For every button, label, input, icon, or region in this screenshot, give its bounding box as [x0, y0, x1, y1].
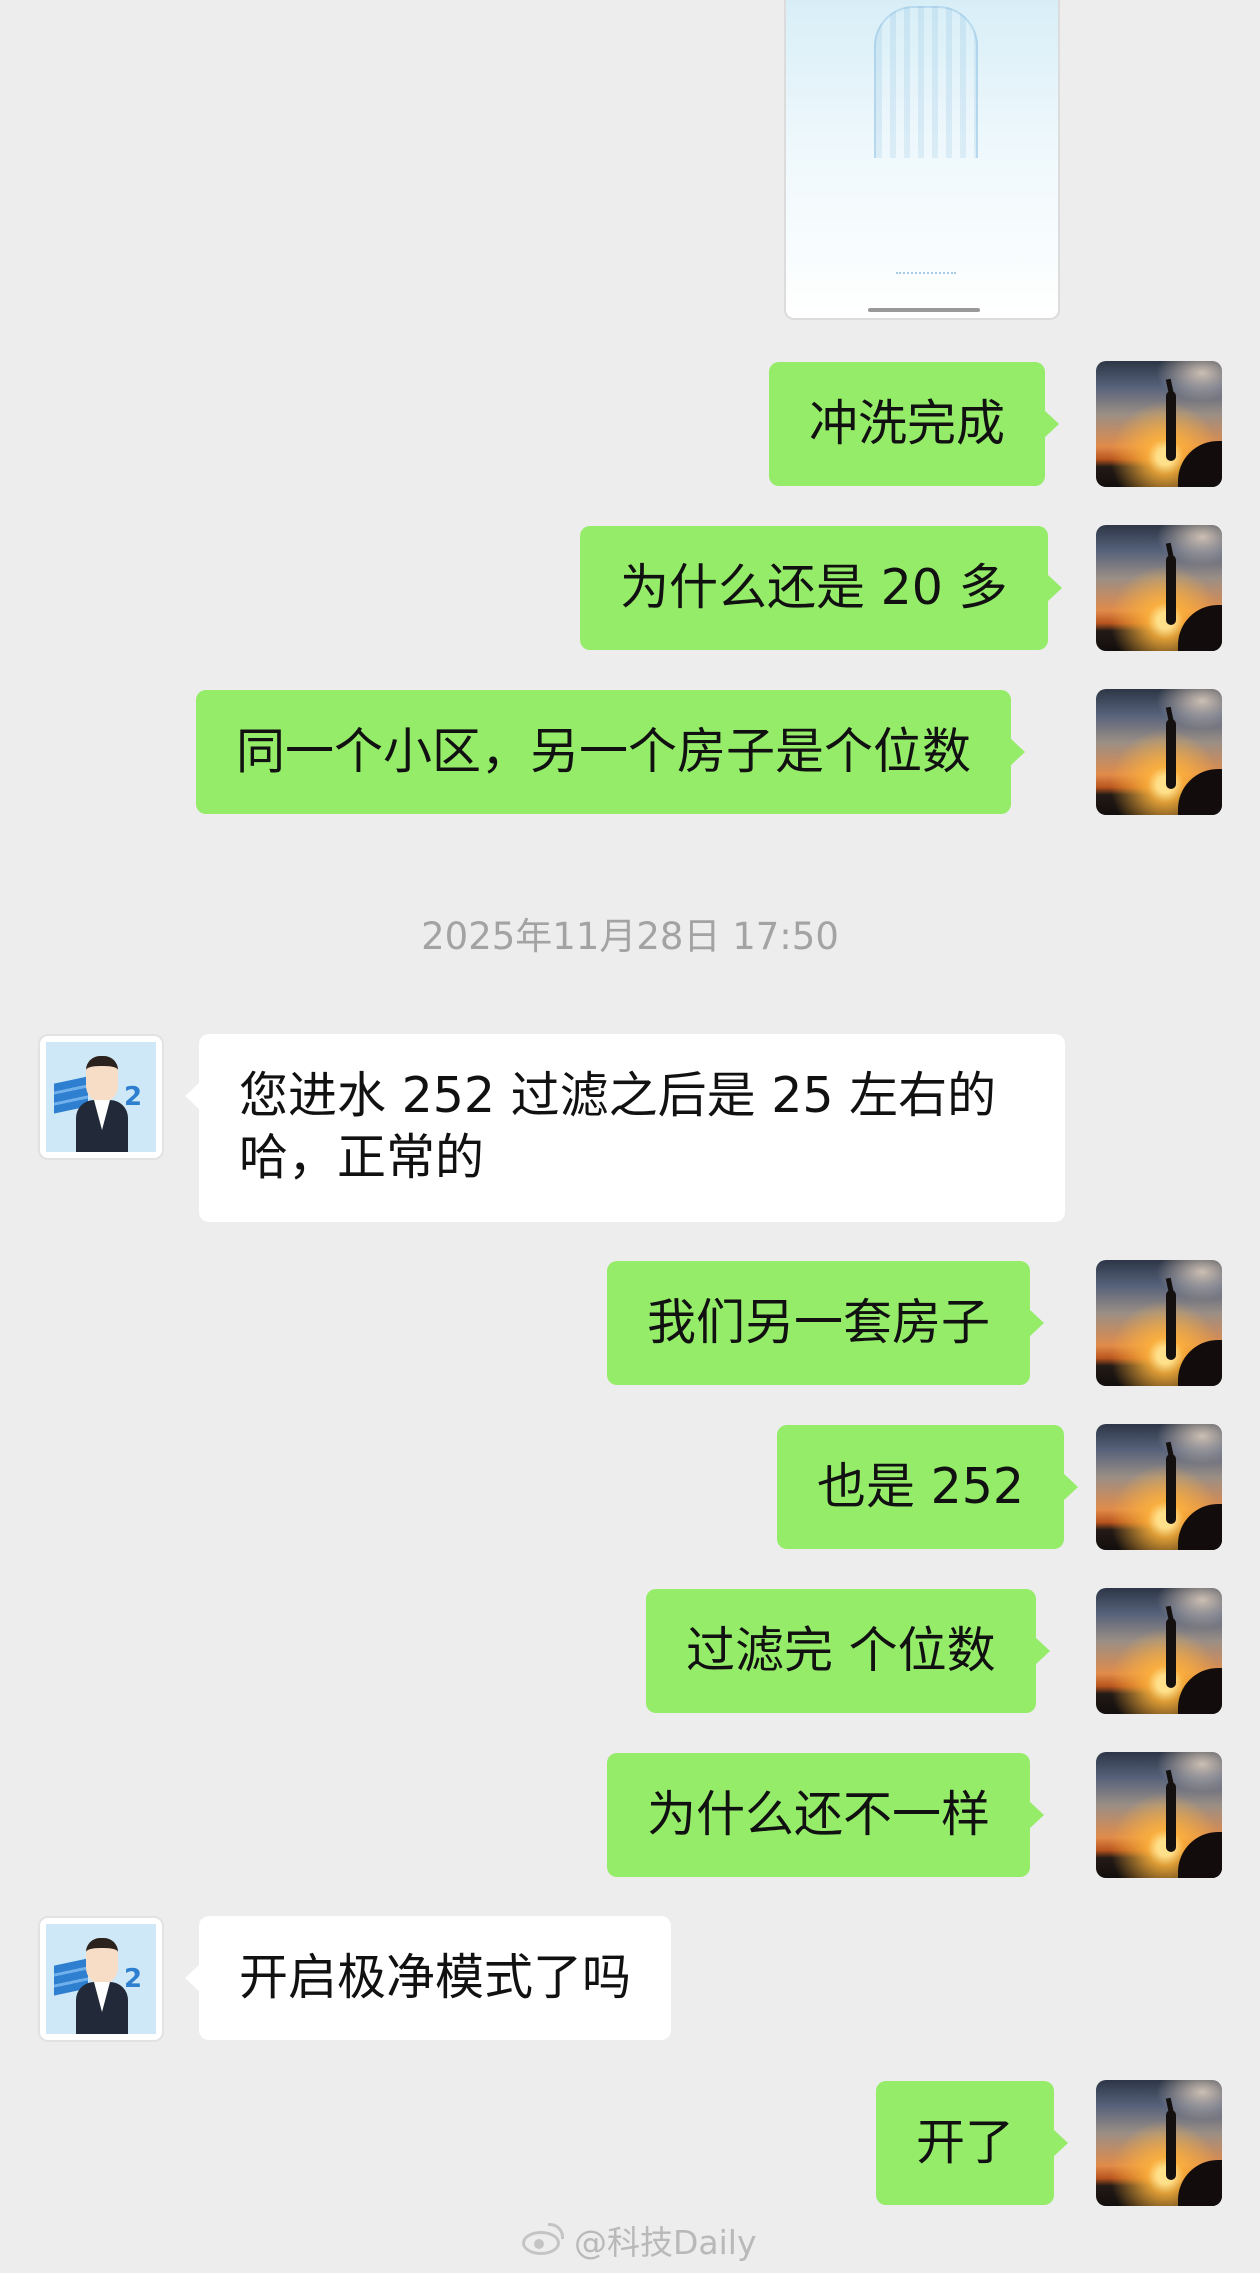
self-avatar[interactable]: [1096, 1588, 1222, 1714]
message-bubble-self[interactable]: 为什么还是 20 多: [580, 526, 1062, 650]
message-bubble-self[interactable]: 为什么还不一样: [607, 1753, 1045, 1877]
image-progress-bar: [868, 308, 980, 312]
self-avatar[interactable]: [1096, 525, 1222, 651]
self-avatar[interactable]: [1096, 1752, 1222, 1878]
watermark: @科技Daily: [520, 2218, 757, 2262]
self-avatar[interactable]: [1096, 1424, 1222, 1550]
image-message[interactable]: [784, 0, 1060, 320]
self-avatar[interactable]: [1096, 2080, 1222, 2206]
message-bubble-other[interactable]: 开启极净模式了吗: [184, 1916, 672, 2040]
self-avatar[interactable]: [1096, 361, 1222, 487]
chat-timestamp: 2025年11月28日 17:50: [421, 915, 839, 958]
product-image-graphic: [874, 6, 978, 158]
agent-avatar[interactable]: 2: [38, 1916, 164, 2042]
message-bubble-self[interactable]: 开了: [876, 2081, 1069, 2205]
weibo-icon: [520, 2223, 566, 2257]
agent-avatar[interactable]: 2: [38, 1034, 164, 1160]
message-bubble-other[interactable]: 您进水 252 过滤之后是 25 左右的哈，正常的: [185, 1034, 1065, 1222]
image-logo-mark: [896, 260, 956, 274]
message-bubble-self[interactable]: 冲洗完成: [769, 362, 1060, 486]
watermark-text: @科技Daily: [574, 2223, 757, 2262]
self-avatar[interactable]: [1096, 689, 1222, 815]
message-bubble-self[interactable]: 过滤完 个位数: [646, 1589, 1050, 1713]
message-bubble-self[interactable]: 我们另一套房子: [607, 1261, 1045, 1385]
self-avatar[interactable]: [1096, 1260, 1222, 1386]
message-bubble-self[interactable]: 也是 252: [777, 1425, 1079, 1549]
message-bubble-self[interactable]: 同一个小区，另一个房子是个位数: [196, 690, 1026, 814]
